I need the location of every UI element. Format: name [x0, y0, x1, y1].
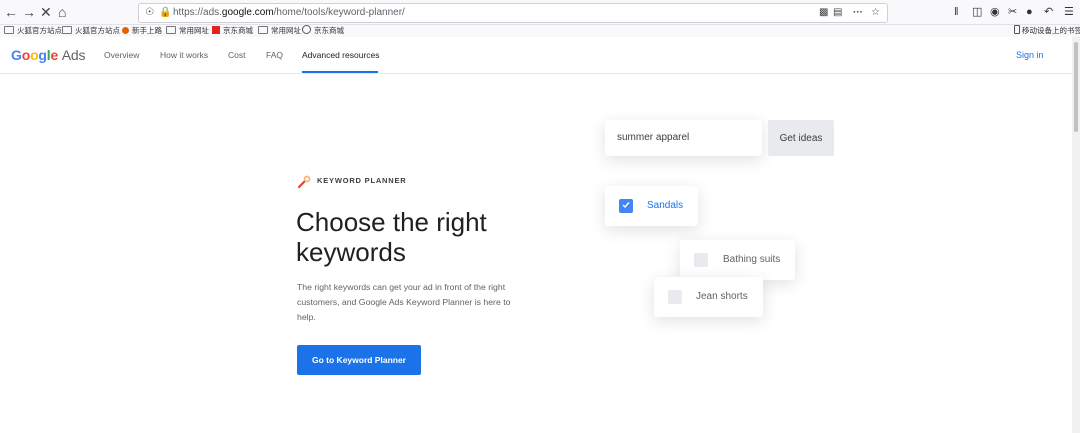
- browser-toolbar: ← → ✕ ⌂ ☉ 🔒 https://ads.google.com/home/…: [0, 0, 1080, 25]
- bookmark-item[interactable]: 常用网址: [258, 25, 301, 37]
- firefox-icon: [122, 27, 129, 34]
- checkmark-icon: [622, 202, 630, 209]
- url-path: /home/tools/keyword-planner/: [273, 7, 405, 18]
- bookmark-label: 常用网址: [271, 26, 301, 35]
- jd-icon: [212, 26, 220, 34]
- qr-code-icon[interactable]: ▩: [819, 4, 828, 22]
- mobile-bookmarks[interactable]: 移动设备上的书签: [1014, 25, 1080, 37]
- nav-cost[interactable]: Cost: [228, 37, 245, 73]
- library-icon[interactable]: ‖: [954, 4, 959, 20]
- forward-icon[interactable]: →: [22, 2, 36, 22]
- screenshot-icon[interactable]: ✂: [1008, 4, 1017, 20]
- scrollbar-thumb[interactable]: [1074, 42, 1078, 132]
- url-host: google.com: [221, 7, 274, 18]
- bookmark-item[interactable]: 火狐官方站点: [4, 25, 62, 37]
- sign-in-link[interactable]: Sign in: [1016, 37, 1044, 73]
- checkbox-unchecked[interactable]: [694, 253, 708, 267]
- back-icon[interactable]: ←: [4, 2, 18, 22]
- sidebar-icon[interactable]: ◫: [972, 4, 982, 20]
- keyword-option-sandals[interactable]: Sandals: [605, 186, 698, 226]
- stop-icon[interactable]: ✕: [40, 2, 52, 22]
- keyword-search-value: summer apparel: [617, 132, 690, 143]
- bookmark-label: 新手上路: [132, 26, 162, 35]
- bookmark-label: 火狐官方站点: [75, 26, 120, 35]
- keyword-option-label: Bathing suits: [723, 254, 781, 265]
- bookmark-item[interactable]: 京东商城: [212, 25, 253, 37]
- bookmark-label: 京东商城: [314, 26, 344, 35]
- globe-icon: [302, 25, 311, 34]
- url-text[interactable]: https://ads.google.com/home/tools/keywor…: [173, 4, 405, 22]
- bookmark-item[interactable]: 火狐官方站点: [62, 25, 120, 37]
- folder-icon: [62, 26, 72, 34]
- shield-icon[interactable]: ☉: [145, 4, 154, 22]
- hero-description: The right keywords can get your ad in fr…: [297, 282, 511, 322]
- keyword-option-bathing-suits[interactable]: Bathing suits: [680, 240, 795, 280]
- nav-how-it-works[interactable]: How it works: [160, 37, 208, 73]
- logo-letter: e: [50, 47, 59, 63]
- nav-overview[interactable]: Overview: [104, 37, 139, 73]
- account-icon[interactable]: ◉: [990, 4, 1000, 20]
- folder-icon: [258, 26, 268, 34]
- checkbox-checked[interactable]: [619, 199, 633, 213]
- logo-letter: g: [38, 47, 47, 63]
- keyword-search-card[interactable]: summer apparel: [605, 120, 762, 156]
- logo-letter: o: [21, 47, 31, 63]
- keyword-option-jean-shorts[interactable]: Jean shorts: [654, 277, 763, 317]
- checkbox-unchecked[interactable]: [668, 290, 682, 304]
- home-icon[interactable]: ⌂: [58, 2, 66, 22]
- get-ideas-button[interactable]: Get ideas: [768, 120, 834, 156]
- site-header: Google Ads Overview How it works Cost FA…: [0, 37, 1072, 74]
- nav-advanced-resources[interactable]: Advanced resources: [302, 37, 380, 73]
- address-bar[interactable]: ☉ 🔒 https://ads.google.com/home/tools/ke…: [138, 3, 888, 23]
- bookmark-label: 京东商城: [223, 26, 253, 35]
- menu-icon[interactable]: ☰: [1064, 4, 1074, 20]
- bookmark-item[interactable]: 常用网址: [166, 25, 209, 37]
- bookmark-label: 火狐官方站点: [17, 26, 62, 35]
- go-to-keyword-planner-button[interactable]: Go to Keyword Planner: [297, 345, 421, 375]
- mobile-icon: [1014, 25, 1020, 34]
- undo-icon[interactable]: ↶: [1044, 4, 1053, 20]
- keyword-option-label: Sandals: [647, 200, 684, 211]
- bookmark-label: 移动设备上的书签: [1022, 26, 1080, 35]
- nav-faq[interactable]: FAQ: [266, 37, 283, 73]
- page-title: Choose the right keywords: [296, 207, 487, 267]
- logo-google: Google: [11, 47, 58, 63]
- lock-icon[interactable]: 🔒: [159, 4, 171, 22]
- keyword-option-label: Jean shorts: [696, 291, 748, 302]
- section-eyebrow: KEYWORD PLANNER: [317, 176, 407, 185]
- logo-ads: Ads: [61, 47, 86, 63]
- folder-icon: [166, 26, 176, 34]
- bookmark-item[interactable]: 京东商城: [302, 25, 344, 37]
- google-ads-logo[interactable]: Google Ads: [11, 47, 86, 63]
- active-tab-indicator: [302, 71, 378, 73]
- bookmark-label: 常用网址: [179, 26, 209, 35]
- bookmark-item[interactable]: 新手上路: [122, 25, 162, 37]
- bookmark-star-icon[interactable]: ☆: [871, 4, 880, 22]
- reader-view-icon[interactable]: ▤: [833, 4, 842, 22]
- url-scheme: https://ads.: [173, 7, 222, 18]
- folder-icon: [4, 26, 14, 34]
- chat-icon[interactable]: ●: [1026, 4, 1033, 20]
- logo-letter: G: [11, 47, 22, 63]
- page-actions-icon[interactable]: ···: [853, 4, 863, 22]
- wrench-icon: [297, 175, 311, 189]
